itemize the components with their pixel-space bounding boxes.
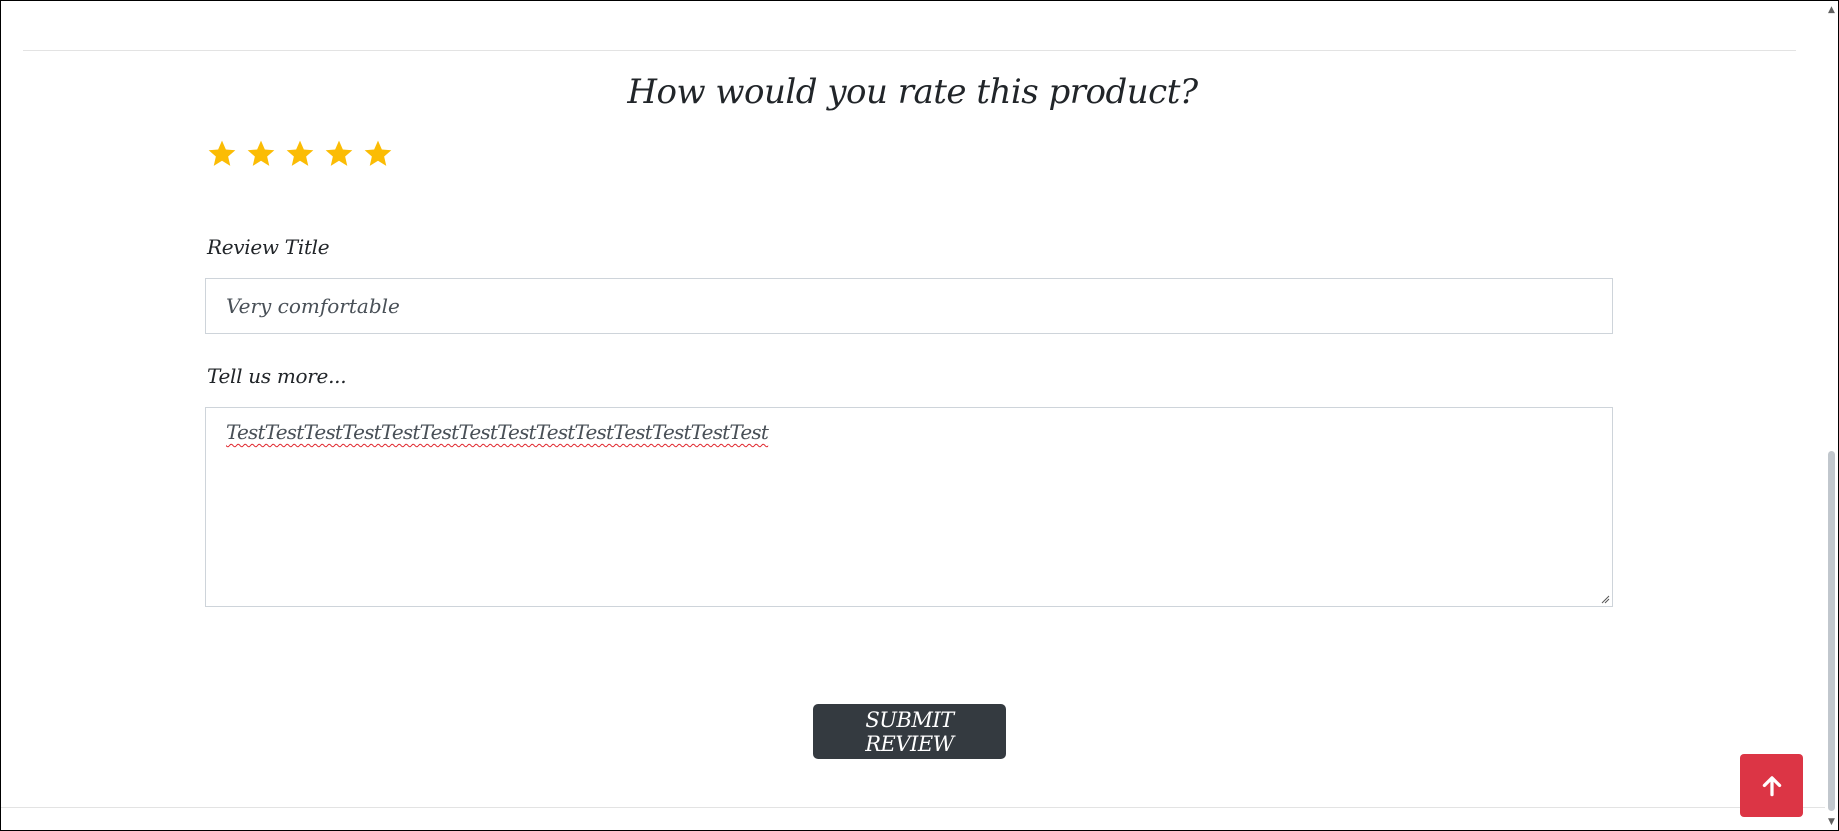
rating-heading: How would you rate this product?	[627, 72, 1198, 112]
review-body-label: Tell us more...	[207, 364, 347, 388]
review-body-textarea[interactable]: TestTestTestTestTestTestTestTestTestTest…	[205, 407, 1613, 607]
back-to-top-button[interactable]	[1740, 754, 1803, 817]
scroll-thumb[interactable]	[1828, 451, 1835, 811]
submit-review-button[interactable]: SUBMIT REVIEW	[813, 704, 1006, 759]
star-rating[interactable]	[206, 138, 394, 170]
review-title-label: Review Title	[207, 235, 330, 259]
vertical-scrollbar[interactable]: ▲ ▼	[1825, 1, 1838, 830]
star-icon-2[interactable]	[245, 138, 277, 170]
arrow-up-icon	[1762, 775, 1781, 796]
star-icon-3[interactable]	[284, 138, 316, 170]
review-title-input[interactable]	[205, 278, 1613, 334]
scroll-up-icon[interactable]: ▲	[1825, 3, 1838, 16]
review-body-text: TestTestTestTestTestTestTestTestTestTest…	[226, 420, 769, 444]
star-icon-4[interactable]	[323, 138, 355, 170]
scroll-down-icon[interactable]: ▼	[1825, 815, 1838, 828]
star-icon-1[interactable]	[206, 138, 238, 170]
bottom-divider	[1, 807, 1825, 808]
resize-grip-icon[interactable]	[1600, 594, 1610, 604]
star-icon-5[interactable]	[362, 138, 394, 170]
top-divider	[23, 50, 1796, 51]
